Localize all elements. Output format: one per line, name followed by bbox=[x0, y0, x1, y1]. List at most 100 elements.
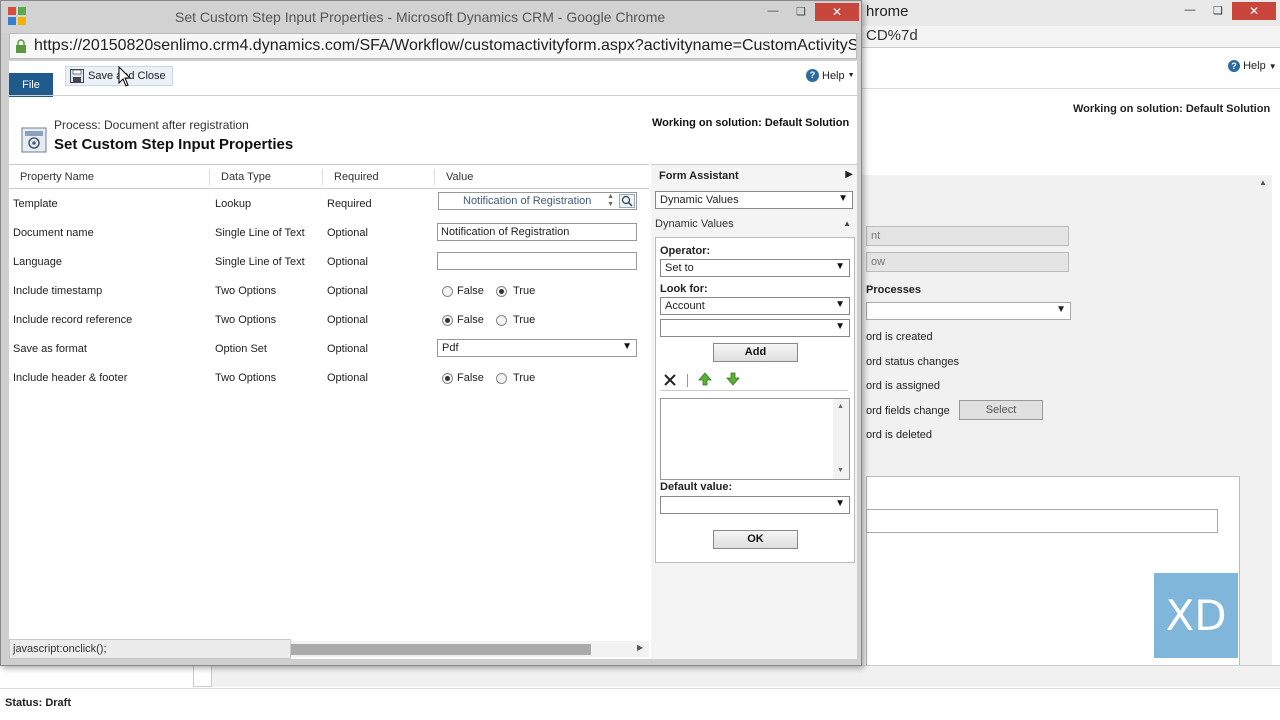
minimize-icon[interactable]: — bbox=[761, 5, 785, 17]
column-separator bbox=[209, 169, 210, 185]
status-text: Status: Draft bbox=[5, 697, 72, 709]
help-link[interactable]: ? Help ▼ bbox=[806, 69, 855, 82]
property-required: Optional bbox=[327, 372, 368, 384]
look-for-value: Account bbox=[665, 300, 705, 312]
background-url-text: CD%7d bbox=[866, 27, 918, 44]
delete-icon[interactable] bbox=[663, 373, 677, 387]
move-up-icon[interactable] bbox=[698, 372, 712, 386]
chrome-app-icon bbox=[8, 7, 26, 25]
chevron-down-icon[interactable]: ▼ bbox=[835, 498, 845, 509]
background-close-button[interactable]: ✕ bbox=[1232, 2, 1276, 20]
background-field-2[interactable]: ow bbox=[866, 252, 1069, 272]
background-field-1[interactable]: nt bbox=[866, 226, 1069, 246]
scroll-up-icon[interactable]: ▲ bbox=[837, 403, 844, 410]
chevron-down-icon[interactable]: ▼ bbox=[835, 261, 845, 272]
url-bar[interactable]: https://20150820senlimo.crm4.dynamics.co… bbox=[9, 33, 857, 59]
form-assistant-mode-value: Dynamic Values bbox=[660, 194, 739, 206]
background-input[interactable] bbox=[866, 509, 1218, 533]
form-assistant-panel: Dynamic Values ▼ Dynamic Values ▲ Operat… bbox=[651, 189, 857, 659]
timestamp-false-radio[interactable] bbox=[442, 286, 453, 297]
header-footer-true-radio[interactable] bbox=[496, 373, 507, 384]
spin-icon[interactable]: ▲ ▼ bbox=[607, 193, 614, 209]
collapse-icon[interactable]: ▲ bbox=[843, 219, 851, 228]
divider bbox=[660, 390, 848, 391]
save-format-value: Pdf bbox=[442, 342, 459, 354]
radio-label-false[interactable]: False bbox=[457, 285, 484, 297]
scroll-up-icon[interactable]: ▲ bbox=[1259, 178, 1267, 187]
chevron-down-icon[interactable]: ▼ bbox=[835, 321, 845, 332]
grid-header: Property Name Data Type Required Value bbox=[9, 164, 649, 189]
header-footer-false-radio[interactable] bbox=[442, 373, 453, 384]
property-name: Include record reference bbox=[13, 314, 133, 326]
divider bbox=[860, 88, 1280, 89]
radio-label-false[interactable]: False bbox=[457, 314, 484, 326]
move-down-icon[interactable] bbox=[726, 372, 740, 386]
template-lookup-value[interactable]: Notification of Registration bbox=[463, 195, 591, 207]
property-type: Single Line of Text bbox=[215, 256, 305, 268]
scroll-down-icon[interactable]: ▼ bbox=[837, 467, 844, 474]
chevron-down-icon[interactable]: ▼ bbox=[622, 341, 632, 352]
radio-label-true[interactable]: True bbox=[513, 314, 535, 326]
form-assistant-mode-select[interactable]: Dynamic Values ▼ bbox=[655, 191, 853, 209]
minimize-icon[interactable]: — bbox=[1180, 4, 1200, 16]
look-for-entity-select[interactable]: Account ▼ bbox=[660, 297, 850, 315]
property-required: Optional bbox=[327, 256, 368, 268]
default-value-label: Default value: bbox=[660, 481, 733, 493]
property-required: Optional bbox=[327, 314, 368, 326]
column-header-property-name[interactable]: Property Name bbox=[20, 171, 94, 183]
dynamic-values-list[interactable]: ▲ ▼ bbox=[660, 398, 850, 480]
timestamp-true-radio[interactable] bbox=[496, 286, 507, 297]
property-required: Optional bbox=[327, 227, 368, 239]
url-text: https://20150820senlimo.crm4.dynamics.co… bbox=[34, 37, 857, 54]
background-check-item[interactable]: ord is created bbox=[866, 331, 933, 343]
scrollbar-thumb[interactable] bbox=[289, 644, 591, 655]
background-scrollbar[interactable]: ▲ ▼ bbox=[1256, 175, 1272, 685]
lock-icon bbox=[16, 39, 26, 53]
save-format-select[interactable]: Pdf ▼ bbox=[437, 339, 637, 357]
record-reference-false-radio[interactable] bbox=[442, 315, 453, 326]
column-separator bbox=[434, 169, 435, 185]
help-icon: ? bbox=[806, 69, 819, 82]
radio-label-true[interactable]: True bbox=[513, 372, 535, 384]
chevron-right-icon[interactable]: ▶ bbox=[845, 169, 853, 180]
column-header-data-type[interactable]: Data Type bbox=[221, 171, 271, 183]
chevron-down-icon[interactable]: ▼ bbox=[835, 299, 845, 310]
look-for-field-select[interactable]: ▼ bbox=[660, 319, 850, 337]
toolbar-separator bbox=[687, 374, 688, 387]
file-tab[interactable]: File bbox=[9, 73, 53, 97]
background-check-item[interactable]: ord fields change bbox=[866, 405, 950, 417]
lookup-search-icon[interactable] bbox=[619, 194, 635, 208]
column-header-value[interactable]: Value bbox=[446, 171, 473, 183]
template-lookup[interactable]: Notification of Registration ▲ ▼ bbox=[438, 192, 637, 210]
scrollbar[interactable]: ▲ ▼ bbox=[833, 399, 849, 479]
operator-value: Set to bbox=[665, 262, 694, 274]
background-check-item[interactable]: ord status changes bbox=[866, 356, 959, 368]
background-help-link[interactable]: ? Help ▼ bbox=[1228, 60, 1277, 72]
restore-icon[interactable]: ❏ bbox=[789, 5, 813, 18]
look-for-label: Look for: bbox=[660, 283, 708, 295]
radio-label-true[interactable]: True bbox=[513, 285, 535, 297]
background-select[interactable]: ▼ bbox=[866, 302, 1071, 320]
background-select-button[interactable]: Select bbox=[959, 400, 1043, 420]
background-check-item[interactable]: ord is assigned bbox=[866, 380, 940, 392]
add-button[interactable]: Add bbox=[713, 343, 798, 362]
document-name-input[interactable]: Notification of Registration bbox=[437, 223, 637, 241]
operator-select[interactable]: Set to ▼ bbox=[660, 259, 850, 277]
default-value-select[interactable]: ▼ bbox=[660, 496, 850, 514]
column-header-required[interactable]: Required bbox=[334, 171, 379, 183]
popup-titlebar[interactable]: Set Custom Step Input Properties - Micro… bbox=[1, 1, 861, 33]
ok-button[interactable]: OK bbox=[713, 530, 798, 549]
record-reference-true-radio[interactable] bbox=[496, 315, 507, 326]
background-check-item[interactable]: ord is deleted bbox=[866, 429, 932, 441]
restore-icon[interactable]: ❏ bbox=[1208, 4, 1228, 17]
popup-close-button[interactable]: ✕ bbox=[815, 3, 859, 21]
chevron-down-icon[interactable]: ▼ bbox=[838, 193, 848, 204]
background-url-bar[interactable] bbox=[860, 26, 1280, 48]
radio-label-false[interactable]: False bbox=[457, 372, 484, 384]
xd-logo: XD bbox=[1154, 573, 1238, 658]
form-assistant-header[interactable]: Form Assistant ▶ bbox=[651, 164, 857, 189]
language-input[interactable] bbox=[437, 252, 637, 270]
property-name: Save as format bbox=[13, 343, 87, 355]
background-solution-label: Working on solution: Default Solution bbox=[1073, 103, 1271, 115]
scroll-right-icon[interactable]: ▶ bbox=[637, 643, 643, 652]
